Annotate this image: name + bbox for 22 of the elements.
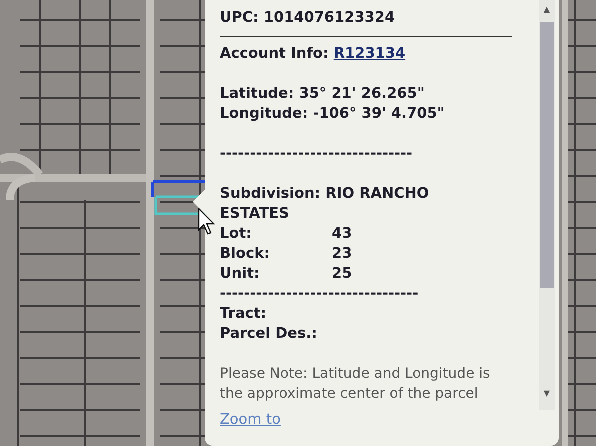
zoom-to-link[interactable]: Zoom to — [220, 410, 281, 432]
dashed-separator: --------------------------------- — [220, 285, 420, 304]
scroll-up-button[interactable]: ▲ — [541, 4, 553, 16]
account-label: Account Info: — [220, 46, 329, 62]
field-label: Parcel Des.: — [220, 325, 318, 344]
account-link[interactable]: R123134 — [334, 46, 406, 62]
field-value: 25 — [332, 265, 354, 284]
coordinate-text: Latitude: 35° 21' 26.265" — [220, 85, 426, 104]
field-value: 23 — [332, 245, 354, 264]
field-label: Lot: — [220, 225, 253, 244]
dashed-separator: -------------------------------- — [220, 145, 414, 164]
coordinate-text: Longitude: -106° 39' 4.705" — [220, 105, 446, 124]
scrollbar-thumb[interactable] — [540, 22, 554, 288]
scroll-down-button[interactable]: ▼ — [541, 388, 553, 400]
field-label: Block: — [220, 245, 272, 264]
note-text: Please Note: Latitude and Longitude is the approximate center of the parcel — [220, 365, 492, 404]
upc-title: UPC: 1014076123324 — [220, 9, 396, 28]
field-label: Unit: — [220, 265, 261, 284]
field-value: 43 — [332, 225, 354, 244]
mouse-cursor-icon — [198, 208, 216, 236]
field-label: Tract: — [220, 305, 268, 324]
subdivision-text: Subdivision: RIO RANCHO ESTATES — [220, 185, 430, 224]
